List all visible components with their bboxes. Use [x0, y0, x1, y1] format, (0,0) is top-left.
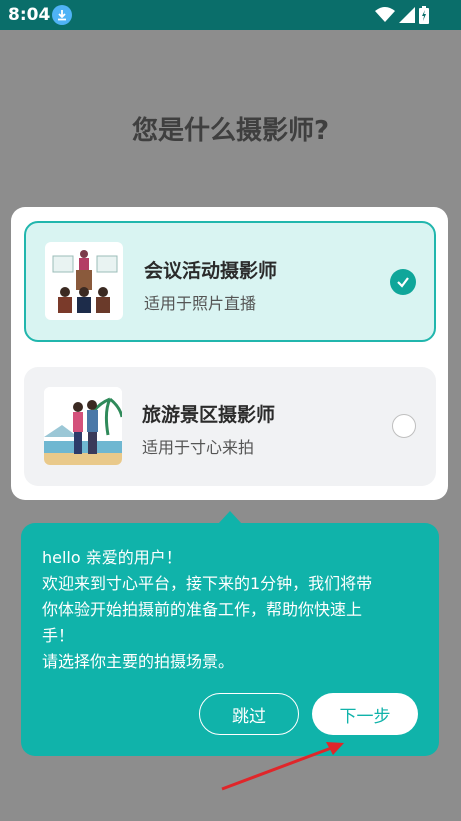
option-title: 旅游景区摄影师: [142, 404, 276, 426]
check-icon[interactable]: [390, 269, 416, 295]
signal-icon: [399, 7, 415, 23]
tooltip-line: 请选择你主要的拍摄场景。: [42, 652, 235, 671]
battery-icon: [419, 6, 429, 24]
tooltip-line: hello 亲爱的用户！: [42, 548, 182, 567]
option-tourism-photographer[interactable]: 旅游景区摄影师 适用于寸心来拍: [24, 367, 436, 486]
tooltip-line: 欢迎来到寸心平台，接下来的1分钟，我们将带: [42, 574, 373, 593]
page-title: 您是什么摄影师?: [131, 116, 330, 146]
skip-button[interactable]: 跳过: [199, 693, 299, 735]
wifi-icon: [375, 7, 395, 22]
next-button[interactable]: 下一步: [312, 693, 418, 735]
tooltip-line: 手！: [42, 626, 75, 645]
tooltip-message: hello 亲爱的用户！ 欢迎来到寸心平台，接下来的1分钟，我们将带 你体验开始…: [42, 545, 422, 675]
guide-tooltip: hello 亲爱的用户！ 欢迎来到寸心平台，接下来的1分钟，我们将带 你体验开始…: [21, 523, 439, 756]
status-time: 8:04: [8, 5, 51, 25]
options-panel: 会议活动摄影师 适用于照片直播 旅游景区摄影师 适用于寸心来拍: [11, 207, 448, 500]
status-bar: 8:04: [0, 0, 461, 30]
option-subtitle: 适用于照片直播: [144, 294, 257, 313]
option-title: 会议活动摄影师: [144, 260, 278, 282]
status-icons: [375, 5, 429, 25]
tooltip-line: 你体验开始拍摄前的准备工作，帮助你快速上: [42, 600, 363, 619]
option-subtitle: 适用于寸心来拍: [142, 438, 255, 457]
radio-unchecked-icon[interactable]: [392, 414, 416, 438]
option-conference-photographer[interactable]: 会议活动摄影师 适用于照片直播: [24, 221, 436, 342]
download-icon: [52, 5, 72, 25]
tourism-illustration: [44, 387, 122, 465]
conference-illustration: [45, 242, 123, 320]
